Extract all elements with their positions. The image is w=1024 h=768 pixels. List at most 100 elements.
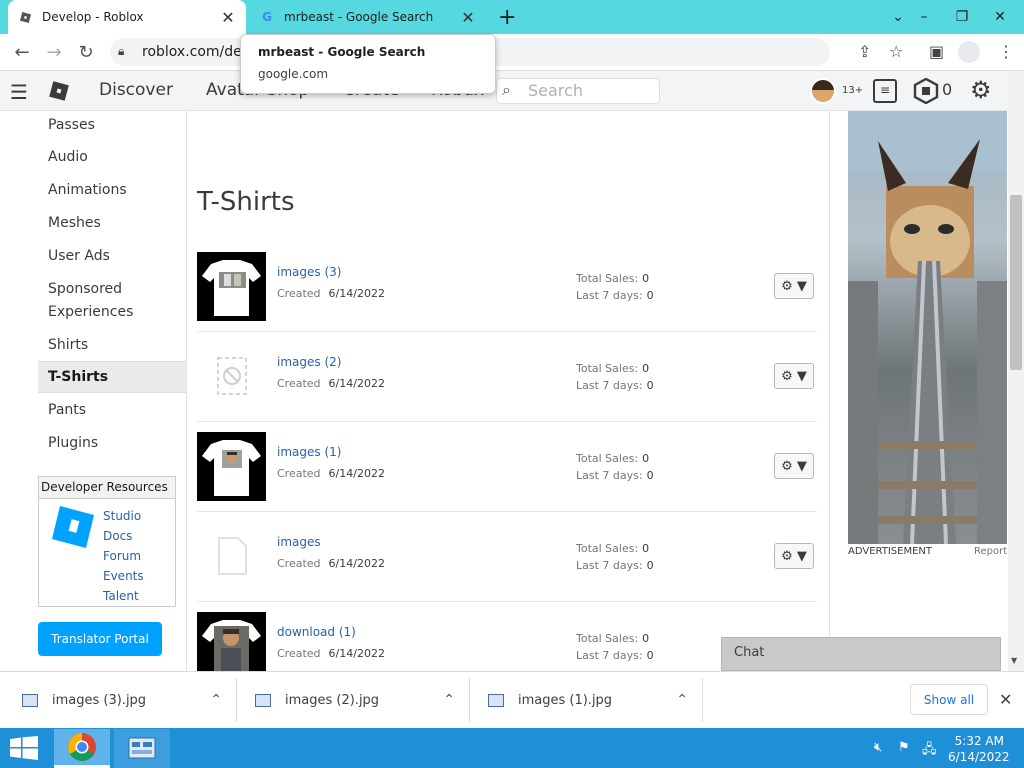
sidebar-item-audio[interactable]: Audio — [38, 146, 186, 169]
forward-icon[interactable]: → — [42, 40, 66, 64]
total-sales-value: 0 — [642, 542, 650, 555]
notification-flag-icon[interactable]: ⚑ — [898, 740, 910, 755]
speaker-muted-icon[interactable]: 🔇︎ — [874, 740, 882, 755]
roblox-studio-icon — [50, 504, 96, 554]
item-thumbnail[interactable] — [197, 612, 266, 671]
item-created: Created 6/14/2022 — [277, 557, 385, 570]
windows-start-icon[interactable] — [10, 736, 38, 760]
sidebar-item-user-ads[interactable]: User Ads — [38, 245, 186, 268]
sidebar-item-shirts[interactable]: Shirts — [38, 334, 186, 357]
avatar[interactable] — [810, 78, 836, 104]
item-settings-dropdown[interactable]: ⚙ ▼ — [774, 273, 814, 299]
blank-file-icon[interactable] — [214, 536, 250, 576]
download-item[interactable]: images (2).jpg ⌃ — [255, 685, 455, 715]
item-name-link[interactable]: images — [277, 535, 321, 549]
last-7-days-sales: Last 7 days: 0 — [576, 559, 654, 572]
chevron-up-icon[interactable]: ⌃ — [676, 692, 688, 708]
total-sales-label: Total Sales: — [576, 542, 639, 555]
item-name-link[interactable]: images (2) — [277, 355, 341, 369]
sidebar-item-sponsored-experiences[interactable]: Sponsored Experiences — [38, 278, 158, 324]
item-thumbnail[interactable] — [197, 432, 266, 501]
created-date: 6/14/2022 — [328, 467, 385, 480]
tab-title: mrbeast - Google Search — [284, 10, 434, 24]
sidebar-item-animations[interactable]: Animations — [38, 179, 186, 202]
nav-discover[interactable]: Discover — [99, 80, 173, 100]
pending-thumbnail-icon[interactable] — [214, 356, 250, 396]
last-7-days-value: 0 — [646, 289, 654, 302]
translator-portal-button[interactable]: Translator Portal — [38, 622, 162, 656]
item-settings-dropdown[interactable]: ⚙ ▼ — [774, 453, 814, 479]
search-placeholder: Search — [528, 81, 583, 100]
link-forum[interactable]: Forum — [103, 549, 141, 563]
gear-icon: ⚙ — [781, 278, 793, 294]
tab-google-search[interactable]: G mrbeast - Google Search ✕ — [250, 0, 486, 34]
item-name-link[interactable]: download (1) — [277, 625, 356, 639]
item-thumbnail[interactable] — [197, 252, 266, 321]
tooltip-title: mrbeast - Google Search — [258, 45, 426, 59]
show-all-downloads-button[interactable]: Show all — [910, 684, 988, 715]
close-tab-icon[interactable]: ✕ — [220, 8, 236, 27]
last-7-days-sales: Last 7 days: 0 — [576, 649, 654, 662]
total-sales: Total Sales: 0 — [576, 272, 649, 285]
advertisement-image[interactable] — [848, 111, 1007, 544]
close-window-icon[interactable]: ✕ — [982, 0, 1018, 34]
link-events[interactable]: Events — [103, 569, 144, 583]
system-clock[interactable]: 5:32 AM 6/14/2022 — [948, 733, 1010, 765]
scroll-down-arrow-icon[interactable]: ▼ — [1011, 656, 1017, 665]
close-tab-icon[interactable]: ✕ — [460, 8, 476, 27]
link-studio[interactable]: Studio — [103, 509, 141, 523]
close-downloads-icon[interactable]: ✕ — [999, 690, 1012, 709]
page-scrollbar[interactable] — [1008, 71, 1024, 671]
row-divider — [197, 421, 817, 422]
tab-develop-roblox[interactable]: Develop - Roblox ✕ — [8, 0, 246, 34]
notifications-list-icon[interactable]: ≡ — [873, 79, 897, 103]
download-item[interactable]: images (3).jpg ⌃ — [22, 685, 222, 715]
sidebar-item-plugins[interactable]: Plugins — [38, 432, 186, 455]
new-tab-icon[interactable]: + — [498, 5, 516, 30]
item-settings-dropdown[interactable]: ⚙ ▼ — [774, 363, 814, 389]
link-docs[interactable]: Docs — [103, 529, 132, 543]
restore-icon[interactable]: ❐ — [944, 0, 980, 34]
item-created: Created 6/14/2022 — [277, 377, 385, 390]
sidebar-item-passes[interactable]: Passes — [38, 114, 186, 137]
last-7-days-value: 0 — [646, 469, 654, 482]
clock-date: 6/14/2022 — [948, 750, 1010, 764]
scrollbar-thumb[interactable] — [1010, 195, 1022, 370]
download-filename: images (3).jpg — [52, 692, 147, 708]
side-panel-icon[interactable]: ▣ — [929, 42, 944, 61]
robux-icon[interactable] — [913, 77, 939, 108]
settings-gear-icon[interactable]: ⚙ — [970, 76, 992, 104]
total-sales: Total Sales: 0 — [576, 542, 649, 555]
chrome-taskbar-icon[interactable] — [54, 729, 110, 768]
download-item[interactable]: images (1).jpg ⌃ — [488, 685, 688, 715]
share-icon[interactable]: ⇪ — [858, 42, 871, 61]
item-name-link[interactable]: images (1) — [277, 445, 341, 459]
search-icon: ⌕ — [502, 80, 511, 99]
hamburger-menu-icon[interactable]: ☰ — [10, 80, 28, 104]
profile-icon[interactable] — [958, 41, 980, 63]
sidebar-item-pants[interactable]: Pants — [38, 399, 186, 422]
chat-panel[interactable]: Chat — [721, 637, 1001, 671]
total-sales-label: Total Sales: — [576, 452, 639, 465]
chevron-up-icon[interactable]: ⌃ — [210, 692, 222, 708]
sidebar-item-meshes[interactable]: Meshes — [38, 212, 186, 235]
menu-kebab-icon[interactable]: ⋮ — [998, 42, 1014, 61]
back-icon[interactable]: ← — [10, 40, 34, 64]
item-name-link[interactable]: images (3) — [277, 265, 341, 279]
control-panel-taskbar-icon[interactable] — [114, 729, 170, 768]
lock-icon[interactable]: 🔒︎ — [118, 44, 124, 59]
total-sales: Total Sales: 0 — [576, 362, 649, 375]
last-7-days-sales: Last 7 days: 0 — [576, 379, 654, 392]
chevron-up-icon[interactable]: ⌃ — [443, 692, 455, 708]
caret-down-icon: ▼ — [796, 548, 807, 564]
reload-icon[interactable]: ↻ — [74, 40, 98, 64]
last-7-days-value: 0 — [646, 649, 654, 662]
link-talent[interactable]: Talent — [103, 589, 139, 603]
item-settings-dropdown[interactable]: ⚙ ▼ — [774, 543, 814, 569]
report-ad-link[interactable]: Report — [974, 546, 1007, 557]
sidebar-item-tshirts[interactable]: T-Shirts — [38, 361, 186, 393]
bookmark-star-icon[interactable]: ☆ — [889, 42, 903, 61]
roblox-logo-icon[interactable] — [48, 80, 70, 106]
network-icon[interactable]: 🖧︎ — [922, 740, 937, 762]
minimize-icon[interactable]: – — [906, 0, 942, 34]
